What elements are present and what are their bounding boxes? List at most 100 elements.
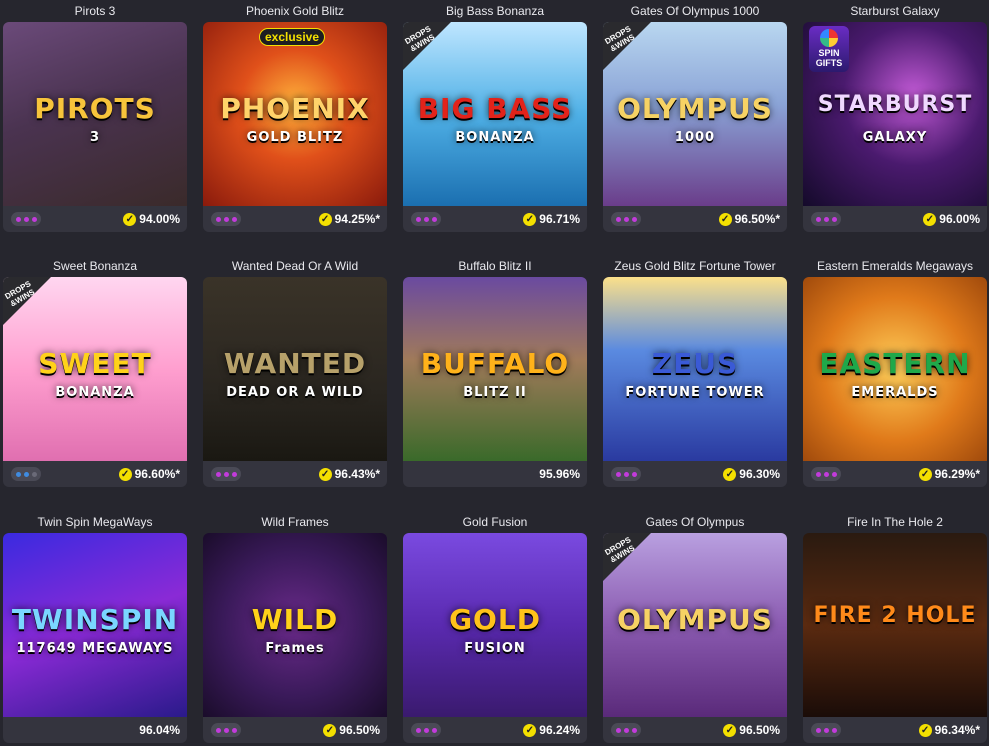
game-title[interactable]: Gold Fusion [403,511,587,533]
check-icon: ✓ [923,212,937,226]
rtp-text: 95.96% [539,467,580,481]
volatility-dot [831,727,837,733]
volatility-indicator [411,212,441,226]
game-thumbnail[interactable]: BIG BASS BONANZA DROPS &WINS [403,22,587,206]
volatility-dot [223,727,229,733]
game-thumbnail[interactable]: STARBURST GALAXY SPIN GIFTS [803,22,987,206]
game-footer: ✓ 96.50% [603,717,787,743]
game-footer: ✓ 96.60%* [3,461,187,487]
check-icon: ✓ [123,212,137,226]
game-title[interactable]: Phoenix Gold Blitz [203,0,387,22]
volatility-indicator [211,723,241,737]
game-thumbnail[interactable]: ZEUS FORTUNE TOWER [603,277,787,461]
rtp-value: ✓ 96.34%* [918,723,980,737]
volatility-dot [623,216,629,222]
game-thumbnail[interactable]: PIROTS 3 [3,22,187,206]
game-logo-subtext: GALAXY [862,130,928,145]
game-thumbnail[interactable]: WANTED DEAD OR A WILD [203,277,387,461]
game-thumbnail[interactable]: OLYMPUS 1000 DROPS &WINS [603,22,787,206]
game-thumbnail[interactable]: BUFFALO BLITZ II [403,277,587,461]
game-card[interactable]: Pirots 3 PIROTS 3 ✓ 94.00% [3,0,187,232]
game-footer: ✓ 96.50%* [603,206,787,232]
volatility-dot [815,216,821,222]
game-card[interactable]: Buffalo Blitz II BUFFALO BLITZ II 95.96% [403,255,587,487]
game-card[interactable]: Gold Fusion GOLD FUSION ✓ 96.24% [403,511,587,743]
volatility-indicator [811,467,841,481]
volatility-indicator [411,723,441,737]
rtp-value: ✓ 96.71% [523,212,580,226]
volatility-dot [231,727,237,733]
volatility-dot [615,727,621,733]
game-footer: ✓ 96.00% [803,206,987,232]
volatility-dot [615,216,621,222]
game-title[interactable]: Eastern Emeralds Megaways [803,255,987,277]
game-title[interactable]: Pirots 3 [3,0,187,22]
volatility-dot [415,216,421,222]
check-icon: ✓ [523,723,537,737]
volatility-dot [631,727,637,733]
game-logo-text: BUFFALO [420,347,570,380]
game-card[interactable]: Phoenix Gold Blitz PHOENIX GOLD BLITZ exclu… [203,0,387,232]
game-logo-text: BIG BASS [417,92,573,125]
rtp-value: 95.96% [539,467,580,481]
game-card[interactable]: Twin Spin MegaWays TWINSPIN 117649 MEGAWAY… [3,511,187,743]
game-card[interactable]: Starburst Galaxy STARBURST GALAXY SPIN GIFTS… [803,0,987,232]
game-thumbnail[interactable]: OLYMPUS DROPS &WINS [603,533,787,717]
game-logo-subtext: DEAD OR A WILD [226,385,364,400]
game-card[interactable]: Zeus Gold Blitz Fortune Tower ZEUS FORTUNE… [603,255,787,487]
game-card[interactable]: Wanted Dead Or A Wild WANTED DEAD OR A WIL… [203,255,387,487]
game-card[interactable]: Wild Frames WILD Frames ✓ 96.50% [203,511,387,743]
game-title[interactable]: Twin Spin MegaWays [3,511,187,533]
rtp-value: ✓ 96.60%* [118,467,180,481]
game-thumbnail[interactable]: WILD Frames [203,533,387,717]
game-logo-text: WANTED [223,347,367,380]
volatility-dot [231,471,237,477]
rtp-value: ✓ 96.50%* [718,212,780,226]
check-icon: ✓ [318,212,332,226]
game-footer: ✓ 94.25%* [203,206,387,232]
volatility-dot [31,471,37,477]
check-icon: ✓ [918,467,932,481]
game-thumbnail[interactable]: FIRE 2 HOLE [803,533,987,717]
game-title[interactable]: Fire In The Hole 2 [803,511,987,533]
game-card[interactable]: Fire In The Hole 2 FIRE 2 HOLE ✓ 96.34%* [803,511,987,743]
game-title[interactable]: Gates Of Olympus 1000 [603,0,787,22]
game-title[interactable]: Wild Frames [203,511,387,533]
volatility-dot [823,471,829,477]
check-icon: ✓ [318,467,332,481]
game-title[interactable]: Big Bass Bonanza [403,0,587,22]
game-thumbnail[interactable]: PHOENIX GOLD BLITZ exclusive [203,22,387,206]
volatility-dot [231,216,237,222]
game-title[interactable]: Wanted Dead Or A Wild [203,255,387,277]
spin-gifts-badge: SPIN GIFTS [809,26,849,72]
game-thumbnail[interactable]: TWINSPIN 117649 MEGAWAYS [3,533,187,717]
check-icon: ✓ [523,212,537,226]
game-card[interactable]: Gates Of Olympus OLYMPUS DROPS &WINS ✓ 96.50% [603,511,787,743]
game-thumbnail[interactable]: SWEET BONANZA DROPS &WINS [3,277,187,461]
game-title[interactable]: Sweet Bonanza [3,255,187,277]
game-title[interactable]: Gates Of Olympus [603,511,787,533]
game-title[interactable]: Zeus Gold Blitz Fortune Tower [603,255,787,277]
check-icon: ✓ [718,212,732,226]
game-card[interactable]: Eastern Emeralds Megaways EASTERN EMERALDS… [803,255,987,487]
game-thumbnail[interactable]: GOLD FUSION [403,533,587,717]
game-card[interactable]: Sweet Bonanza SWEET BONANZA DROPS &WINS ✓ 96.6… [3,255,187,487]
game-title[interactable]: Buffalo Blitz II [403,255,587,277]
game-title[interactable]: Starburst Galaxy [803,0,987,22]
game-card[interactable]: Big Bass Bonanza BIG BASS BONANZA DROPS &WIN… [403,0,587,232]
volatility-dot [423,216,429,222]
volatility-dot [631,471,637,477]
rtp-text: 96.50% [339,723,380,737]
game-footer: ✓ 96.29%* [803,461,987,487]
game-logo-subtext: EMERALDS [851,385,939,400]
game-logo-text: EASTERN [819,347,971,380]
rtp-value: ✓ 96.30% [723,467,780,481]
volatility-dot [223,471,229,477]
volatility-dot [215,471,221,477]
volatility-dot [15,216,21,222]
game-grid: Pirots 3 PIROTS 3 ✓ 94.00% Phoenix Gold Blitz… [0,0,989,746]
volatility-dot [23,471,29,477]
game-thumbnail[interactable]: EASTERN EMERALDS [803,277,987,461]
rtp-text: 96.29%* [934,467,980,481]
game-card[interactable]: Gates Of Olympus 1000 OLYMPUS 1000 DROPS &WI… [603,0,787,232]
